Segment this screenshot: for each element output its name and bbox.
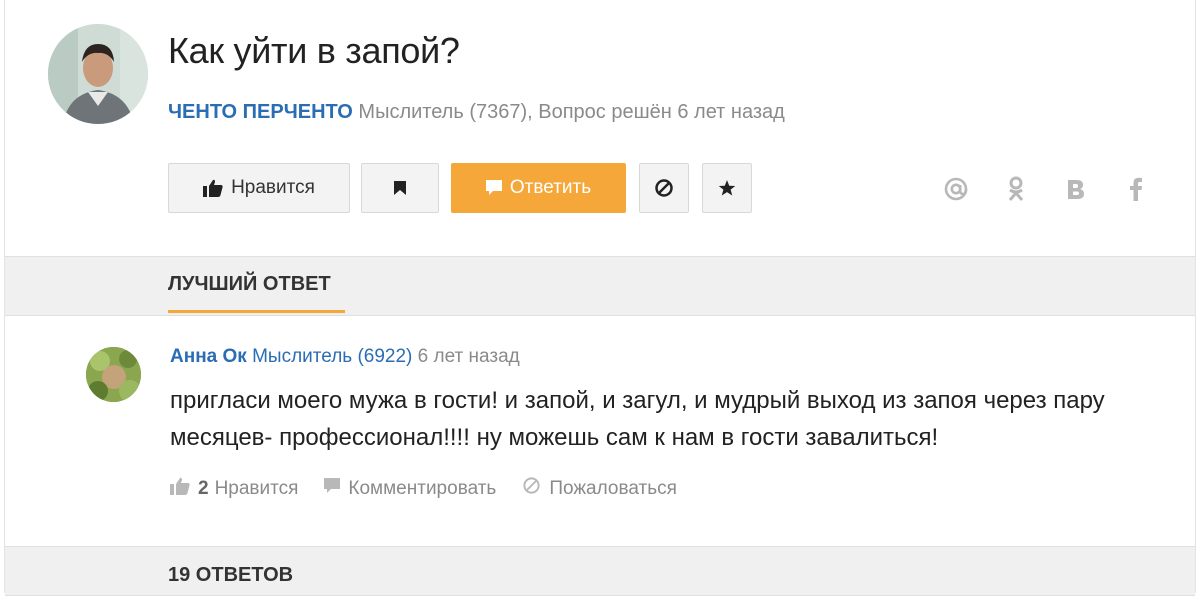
- answer-like-count: 2: [198, 477, 209, 499]
- star-icon: [718, 179, 736, 197]
- bookmark-icon: [394, 181, 406, 195]
- thumbs-up-icon: [203, 179, 223, 197]
- answer-author-rank[interactable]: Мыслитель (6922): [252, 346, 412, 367]
- answer-like-label: Нравится: [214, 477, 299, 499]
- answer-button[interactable]: Ответить: [451, 163, 626, 213]
- question-author-avatar[interactable]: [48, 24, 148, 124]
- best-answer-tab-underline: [168, 310, 345, 313]
- answer-comment-button[interactable]: Комментировать: [324, 477, 497, 500]
- answer-time: 6 лет назад: [417, 346, 520, 367]
- block-icon: [522, 476, 549, 501]
- thumbs-up-icon: [170, 477, 198, 501]
- answer-comment-label: Комментировать: [348, 477, 497, 499]
- answer-text: пригласи моего мужа в гости! и запой, и …: [170, 387, 1105, 451]
- answer-button-label: Ответить: [509, 177, 592, 198]
- answer-like-button[interactable]: 2 Нравится: [170, 477, 298, 501]
- answer-report-button[interactable]: Пожаловаться: [522, 476, 677, 501]
- share-email-icon[interactable]: [942, 175, 970, 203]
- answer-report-label: Пожаловаться: [549, 477, 677, 499]
- answer-author-avatar[interactable]: [86, 347, 141, 402]
- bookmark-button[interactable]: [361, 163, 439, 213]
- question-author-rank: Мыслитель (7367),: [358, 101, 533, 123]
- best-answer-section-title: ЛУЧШИЙ ОТВЕТ: [168, 273, 331, 295]
- share-vk-icon[interactable]: [1062, 175, 1090, 203]
- answers-count-title: 19 ОТВЕТОВ: [168, 564, 294, 586]
- favorite-button[interactable]: [702, 163, 752, 213]
- block-icon: [654, 178, 674, 198]
- answer-meta: Анна Ок Мыслитель (6922) 6 лет назад: [170, 346, 520, 368]
- share-odnoklassniki-icon[interactable]: [1002, 175, 1030, 203]
- question-meta: ЧЕНТО ПЕРЧЕНТО Мыслитель (7367), Вопрос …: [168, 101, 785, 124]
- comment-icon: [324, 477, 348, 500]
- comment-icon: [485, 180, 502, 196]
- question-status: Вопрос решён 6 лет назад: [538, 101, 785, 123]
- answer-author-link[interactable]: Анна Ок: [170, 346, 247, 367]
- report-button[interactable]: [639, 163, 689, 213]
- question-title: Как уйти в запой?: [168, 30, 460, 71]
- share-facebook-icon[interactable]: [1122, 175, 1150, 203]
- answer-actions: 2 Нравится Комментировать Пожаловаться: [170, 476, 677, 501]
- like-button[interactable]: Нравится: [168, 163, 350, 213]
- like-button-label: Нравится: [231, 177, 315, 198]
- question-author-link[interactable]: ЧЕНТО ПЕРЧЕНТО: [168, 101, 353, 123]
